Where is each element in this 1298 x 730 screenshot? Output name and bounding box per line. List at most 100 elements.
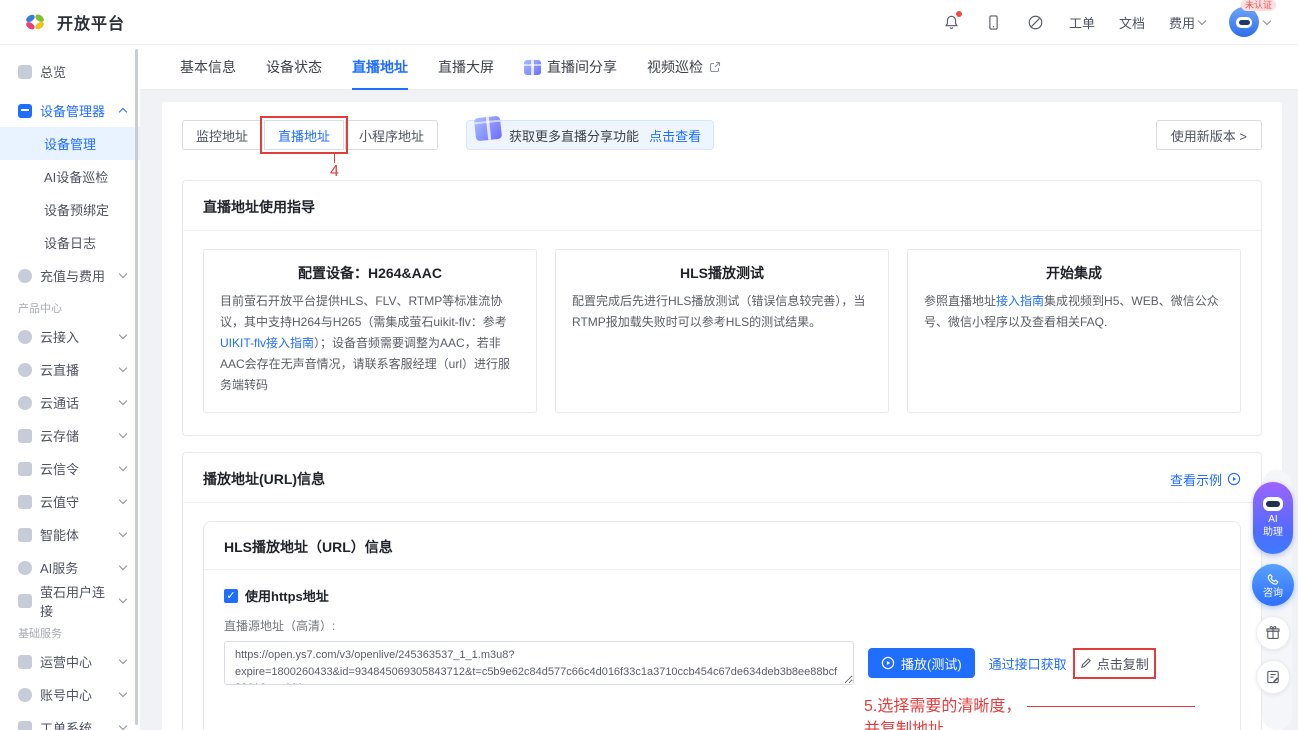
stream-hd-label: 直播源地址（高清）: (224, 617, 1220, 634)
chevron-down-icon (119, 562, 127, 570)
promo-banner: 获取更多直播分享功能 点击查看 (466, 120, 714, 150)
bell-icon[interactable] (943, 13, 961, 31)
sidebar-item-account-center[interactable]: 账号中心 (0, 678, 140, 711)
sidebar-item-operation-center[interactable]: 运营中心 (0, 645, 140, 678)
guide-card-config-device: 配置设备：H264&AAC 目前萤石开放平台提供HLS、FLV、RTMP等标准流… (203, 249, 537, 413)
sidebar: 总览 设备管理器 设备管理 AI设备巡检 设备预绑定 设备日志 充值与费用 产品… (0, 45, 140, 730)
get-via-api-link[interactable]: 通过接口获取 (989, 654, 1067, 673)
sidebar-item-ticket-system[interactable]: 工单系统 (0, 711, 140, 730)
sidebar-item-agent[interactable]: 智能体 (0, 518, 140, 551)
guide-card-hls-test: HLS播放测试 配置完成后先进行HLS播放测试（错误信息较完善），当RTMP报加… (555, 249, 889, 413)
sidebar-item-cloud-access[interactable]: 云接入 (0, 320, 140, 353)
divider (183, 230, 1261, 231)
chevron-down-icon (119, 496, 127, 504)
cloud-guard-icon (18, 495, 32, 509)
sidebar-item-cloud-storage[interactable]: 云存储 (0, 419, 140, 452)
nav-work-order[interactable]: 工单 (1069, 13, 1095, 32)
device-manager-icon (18, 104, 32, 118)
phone-icon (1266, 572, 1281, 587)
divider (183, 502, 1261, 503)
cloud-call-icon (18, 396, 32, 410)
sidebar-item-device-management[interactable]: 设备管理 (0, 127, 140, 160)
top-bar: 开放平台 工单 文档 费用 (0, 0, 1298, 45)
access-guide-link[interactable]: 接入指南 (996, 294, 1044, 308)
chevron-down-icon (119, 689, 127, 697)
view-example-link[interactable]: 查看示例 (1170, 470, 1241, 489)
gift-button[interactable] (1256, 616, 1290, 650)
stream-hd-url-textarea[interactable]: https://open.ys7.com/v3/openlive/2453635… (224, 641, 854, 685)
tab-basic-info[interactable]: 基本信息 (180, 45, 236, 90)
notification-dot (956, 11, 962, 17)
page-tab-bar: 基本信息 设备状态 直播地址 直播大屏 直播间分享 视频巡检 (140, 45, 1298, 90)
hls-card-title: HLS播放地址（URL）信息 (224, 537, 1220, 557)
pinwheel-logo-icon (22, 9, 48, 35)
pencil-icon (1080, 657, 1092, 669)
gift-icon (1265, 625, 1281, 641)
logo-text: 开放平台 (57, 10, 125, 34)
chevron-down-icon (119, 331, 127, 339)
user-avatar-menu[interactable]: 未认证 (1229, 7, 1270, 37)
chevron-down-icon (119, 270, 127, 278)
chevron-down-icon (119, 529, 127, 537)
feedback-button[interactable] (1256, 660, 1290, 694)
robot-avatar-icon (1236, 17, 1252, 28)
overview-icon (18, 65, 32, 79)
nav-fees[interactable]: 费用 (1169, 13, 1205, 32)
sidebar-item-device-manager[interactable]: 设备管理器 (0, 94, 140, 127)
annotation-step-4: 4 (330, 154, 339, 181)
consult-button[interactable]: 咨询 (1252, 564, 1294, 606)
chevron-down-icon (119, 397, 127, 405)
tab-live-address[interactable]: 直播地址 (352, 45, 408, 90)
guide-cards: 配置设备：H264&AAC 目前萤石开放平台提供HLS、FLV、RTMP等标准流… (203, 249, 1241, 413)
sidebar-item-pre-binding[interactable]: 设备预绑定 (0, 193, 140, 226)
promo-view-link[interactable]: 点击查看 (649, 126, 701, 145)
annotation-step-5: 5.选择需要的清晰度， 并复制地址 (864, 695, 1220, 730)
sidebar-item-overview[interactable]: 总览 (0, 55, 140, 88)
sidebar-item-ai-inspection[interactable]: AI设备巡检 (0, 160, 140, 193)
sidebar-item-cloud-call[interactable]: 云通话 (0, 386, 140, 419)
uikit-flv-guide-link[interactable]: UIKIT-flv接入指南 (220, 336, 314, 350)
cloud-access-icon (18, 330, 32, 344)
subtab-monitor-address[interactable]: 监控地址 (182, 120, 262, 150)
tab-live-screen[interactable]: 直播大屏 (438, 45, 494, 90)
ai-assistant-button[interactable]: AI 助理 (1253, 482, 1293, 554)
https-checkbox[interactable]: ✓ (224, 589, 238, 603)
use-new-version-button[interactable]: 使用新版本 > (1156, 120, 1262, 150)
tab-device-status[interactable]: 设备状态 (266, 45, 322, 90)
recharge-icon (18, 269, 32, 283)
status-badge: 未认证 (1241, 0, 1276, 11)
sidebar-item-ai-service[interactable]: AI服务 (0, 551, 140, 584)
usage-guide-section: 直播地址使用指导 配置设备：H264&AAC 目前萤石开放平台提供HLS、FLV… (182, 180, 1262, 436)
stream-hd-row: https://open.ys7.com/v3/openlive/2453635… (224, 641, 1220, 685)
sidebar-item-device-log[interactable]: 设备日志 (0, 226, 140, 259)
sidebar-item-cloud-live[interactable]: 云直播 (0, 353, 140, 386)
subtab-live-address[interactable]: 直播地址 (264, 120, 344, 150)
nav-docs[interactable]: 文档 (1119, 13, 1145, 32)
sidebar-scrollbar[interactable] (135, 49, 138, 725)
account-center-icon (18, 688, 32, 702)
circle-slash-icon[interactable] (1027, 13, 1045, 31)
cloud-storage-icon (18, 429, 32, 443)
annotation-line (334, 154, 335, 163)
tab-video-inspection[interactable]: 视频巡检 (647, 45, 721, 90)
chevron-down-icon (119, 463, 127, 471)
url-section-title: 播放地址(URL)信息 (203, 469, 325, 489)
chevron-down-icon (1263, 16, 1271, 24)
sidebar-item-recharge-fees[interactable]: 充值与费用 (0, 259, 140, 292)
agent-icon (18, 528, 32, 542)
click-copy-button[interactable]: 点击复制 (1077, 652, 1152, 675)
play-url-section: 播放地址(URL)信息 查看示例 HLS播放地址（URL）信息 ✓ (182, 452, 1262, 730)
ezviz-connect-icon (18, 594, 32, 608)
sidebar-item-cloud-signal[interactable]: 云信令 (0, 452, 140, 485)
sidebar-item-ezviz-user-connect[interactable]: 萤石用户连接 (0, 584, 140, 617)
tab-live-share[interactable]: 直播间分享 (524, 45, 617, 90)
gift-3d-icon (524, 60, 541, 75)
hls-url-card: HLS播放地址（URL）信息 ✓ 使用https地址 直播源地址（高清）: ht… (203, 521, 1241, 730)
sidebar-item-cloud-guard[interactable]: 云值守 (0, 485, 140, 518)
content-area: 监控地址 直播地址 小程序地址 4 获取更多直播分享功能 点击查看 (140, 90, 1298, 730)
ai-service-icon (18, 561, 32, 575)
chevron-up-icon (119, 108, 127, 116)
play-test-button[interactable]: 播放(测试) (868, 648, 975, 678)
mobile-icon[interactable] (985, 13, 1003, 31)
subtab-miniprogram-address[interactable]: 小程序地址 (345, 120, 438, 150)
